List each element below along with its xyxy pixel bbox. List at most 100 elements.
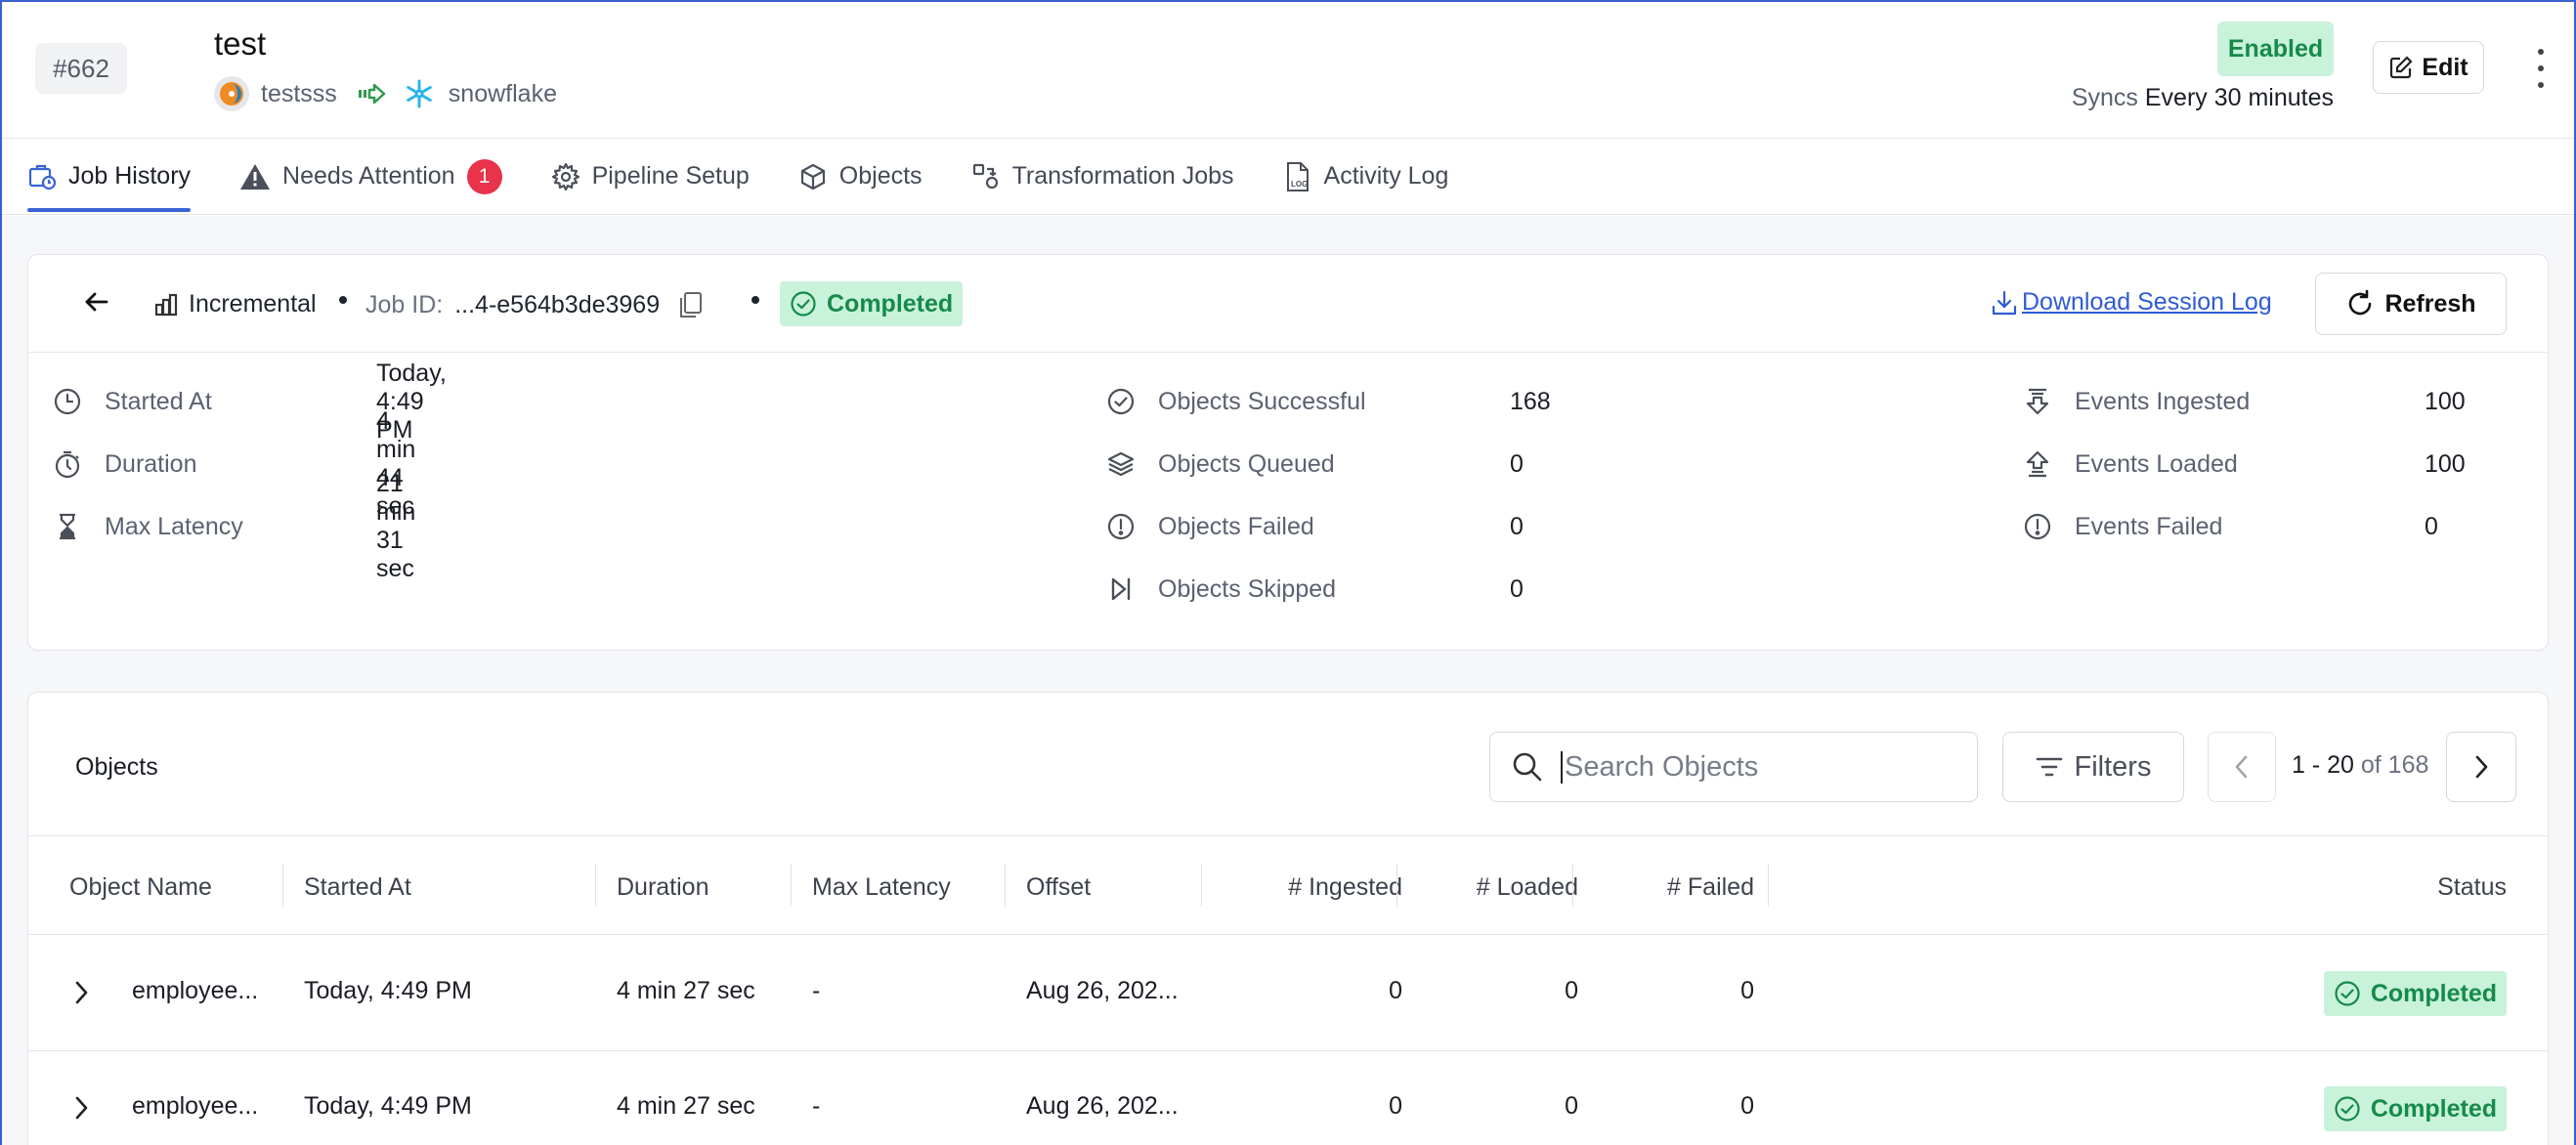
objects-title: Objects <box>75 753 158 781</box>
job-status-label: Completed <box>827 289 954 318</box>
download-label: Download Session Log <box>2022 288 2272 316</box>
max-latency: - <box>812 1092 821 1120</box>
job-type: Incremental <box>153 290 317 318</box>
column-divider[interactable] <box>1005 864 1006 907</box>
stat-value: 0 <box>1510 574 1524 603</box>
column-divider[interactable] <box>1396 864 1397 907</box>
check-circle-icon <box>791 291 816 317</box>
stat-label: Started At <box>105 387 212 415</box>
row-status-badge: Completed <box>2323 971 2507 1016</box>
stat-objects-queued: Objects Queued 0 <box>1103 445 1524 484</box>
refresh-button[interactable]: Refresh <box>2315 273 2507 335</box>
column-header[interactable]: Duration <box>617 873 709 902</box>
pipeline-id: #662 <box>35 43 127 94</box>
svg-text:LOG: LOG <box>1291 180 1308 189</box>
column-divider[interactable] <box>1201 864 1202 907</box>
tab-activity-log[interactable]: LOG Activity Log <box>1283 139 1448 214</box>
check-circle-icon <box>1103 387 1138 416</box>
pipeline-route: testsss snowflake <box>214 76 557 111</box>
check-circle-icon <box>2335 981 2360 1006</box>
max-latency: - <box>812 977 821 1004</box>
bar-chart-icon <box>154 293 178 316</box>
pipeline-title: test <box>214 25 267 62</box>
tab-label: Needs Attention <box>282 162 455 190</box>
copy-icon[interactable] <box>677 290 705 319</box>
download-icon <box>1992 290 2017 315</box>
tab-pipeline-setup[interactable]: Pipeline Setup <box>551 139 750 214</box>
table-row[interactable]: employee... Today, 4:49 PM 4 min 27 sec … <box>28 1051 2548 1145</box>
refresh-label: Refresh <box>2384 289 2476 318</box>
edit-icon <box>2390 56 2413 79</box>
next-page-button[interactable] <box>2446 732 2516 802</box>
job-id-label: Job ID: <box>365 290 444 318</box>
chevron-right-icon[interactable] <box>71 979 91 1006</box>
column-header[interactable]: Status <box>2276 873 2507 902</box>
column-header[interactable]: Started At <box>304 873 411 902</box>
ingest-icon <box>2020 387 2055 416</box>
download-session-log-link[interactable]: Download Session Log <box>1991 288 2272 317</box>
column-header[interactable]: Object Name <box>69 873 212 902</box>
back-arrow-icon[interactable] <box>83 288 110 316</box>
object-name: employee... <box>132 977 259 1004</box>
job-id-value: ...4-e564b3de3969 <box>454 290 661 318</box>
pipeline-arrow-icon <box>357 82 386 106</box>
edit-button[interactable]: Edit <box>2373 41 2484 94</box>
syncs-value: Every 30 minutes <box>2144 84 2334 111</box>
enabled-status-badge[interactable]: Enabled <box>2217 21 2334 76</box>
stopwatch-icon <box>50 449 85 479</box>
started-at: Today, 4:49 PM <box>304 977 472 1004</box>
pipeline-header: #662 test testsss snowflake Enabled Sync… <box>2 2 2574 139</box>
tab-objects[interactable]: Objects <box>798 139 923 214</box>
column-header[interactable]: Offset <box>1026 873 1091 902</box>
column-divider[interactable] <box>595 864 596 907</box>
column-divider[interactable] <box>791 864 792 907</box>
job-id: Job ID: ...4-e564b3de3969 <box>365 290 705 319</box>
row-status-label: Completed <box>2370 1094 2497 1123</box>
search-box[interactable] <box>1489 732 1978 802</box>
more-options-icon[interactable] <box>2529 49 2553 88</box>
stat-value: 168 <box>1510 387 1551 415</box>
stat-value: 21 min 31 sec <box>376 470 416 582</box>
tab-needs-attention[interactable]: Needs Attention 1 <box>239 139 502 214</box>
job-status-badge: Completed <box>780 281 964 326</box>
job-summary-bar: Incremental Job ID: ...4-e564b3de3969 Co… <box>28 255 2548 353</box>
column-header[interactable]: # Failed <box>1582 873 1754 902</box>
tab-label: Job History <box>68 162 192 190</box>
alert-circle-icon <box>1103 512 1138 541</box>
tab-job-history[interactable]: Job History <box>27 139 192 214</box>
stat-label: Max Latency <box>105 512 243 540</box>
layers-icon <box>1103 449 1138 479</box>
search-input[interactable] <box>1561 750 1932 784</box>
offset: Aug 26, 202... <box>1026 1092 1179 1120</box>
stat-label: Objects Successful <box>1158 387 1366 415</box>
stat-label: Events Ingested <box>2075 387 2251 415</box>
edit-label: Edit <box>2422 53 2469 81</box>
load-icon <box>2020 449 2055 479</box>
column-divider[interactable] <box>1572 864 1573 907</box>
failed-count: 0 <box>1740 1092 1754 1120</box>
row-status-label: Completed <box>2370 979 2497 1007</box>
column-header[interactable]: # Loaded <box>1406 873 1578 902</box>
attention-count-badge: 1 <box>466 158 502 194</box>
previous-page-button[interactable] <box>2208 732 2276 802</box>
stat-label: Objects Queued <box>1158 449 1335 478</box>
sync-frequency: Syncs Every 30 minutes <box>2072 84 2334 112</box>
started-at: Today, 4:49 PM <box>304 1092 472 1120</box>
column-divider[interactable] <box>1768 864 1769 907</box>
stat-objects-successful: Objects Successful 168 <box>1103 382 1551 421</box>
skip-icon <box>1103 574 1138 604</box>
column-header[interactable]: # Ingested <box>1211 873 1402 902</box>
column-divider[interactable] <box>282 864 283 907</box>
column-header[interactable]: Max Latency <box>812 873 951 902</box>
stat-value: 0 <box>1510 512 1524 540</box>
stat-value: 0 <box>1510 449 1524 478</box>
stat-label: Duration <box>105 449 197 478</box>
stat-value: 100 <box>2425 387 2466 415</box>
log-file-icon: LOG <box>1286 161 1309 191</box>
stat-label: Events Loaded <box>2075 449 2238 478</box>
table-row[interactable]: employee... Today, 4:49 PM 4 min 27 sec … <box>28 936 2548 1051</box>
filters-button[interactable]: Filters <box>2002 732 2184 802</box>
stat-value: 100 <box>2425 449 2466 478</box>
tab-transformation-jobs[interactable]: Transformation Jobs <box>971 139 1234 214</box>
chevron-right-icon[interactable] <box>71 1094 91 1122</box>
